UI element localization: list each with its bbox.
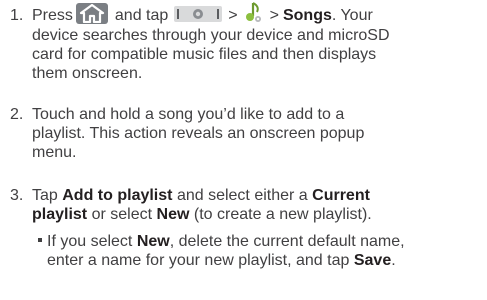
step-3-line-1: Tap Add to playlist and select either a … xyxy=(32,187,370,204)
step-2-line-2: playlist. This action reveals an onscree… xyxy=(32,125,365,142)
save-label: Save xyxy=(353,252,392,269)
playlist-label: playlist xyxy=(32,206,88,223)
step-3: 3. Tap Add to playlist and select either… xyxy=(0,186,487,296)
bullet-line-1: If you select New, delete the current de… xyxy=(35,232,485,251)
step-number: 1. xyxy=(10,7,24,24)
step-number: 2. xyxy=(10,106,24,123)
music-icon xyxy=(243,1,263,24)
bullet-line-2: enter a name for your new playlist, and … xyxy=(47,252,396,269)
step-3-line-2: playlist or select New (to create a new … xyxy=(32,206,372,223)
instructions-page: 1. Press and tap > > Songs. Your device sear… xyxy=(0,0,487,300)
songs-label: Songs xyxy=(282,7,332,24)
new-label: New xyxy=(156,206,190,223)
step-1-line-4: them onscreen. xyxy=(32,65,143,82)
bullet-marker xyxy=(38,238,42,243)
step-2-line-1: Touch and hold a song you’d like to add … xyxy=(32,106,345,123)
applications-tab-icon xyxy=(174,6,223,23)
step-text: Touch and hold a song you’d like to add … xyxy=(32,105,482,162)
home-icon xyxy=(75,3,108,25)
sub-bullet: If you select New, delete the current de… xyxy=(35,232,485,270)
step-1-line-1: Press and tap > > Songs. Your xyxy=(32,1,482,25)
new-label: New xyxy=(136,233,170,250)
step-number: 3. xyxy=(10,187,24,204)
step-1-line-2: device searches through your device and … xyxy=(32,27,390,44)
step-text: Press and tap > > Songs. Your device searche… xyxy=(32,1,482,83)
current-label: Current xyxy=(312,187,370,204)
step-2-line-3: menu. xyxy=(32,144,77,161)
step-1: 1. Press and tap > > Songs. Your device sear… xyxy=(0,1,487,86)
step-2: 2. Touch and hold a song you’d like to a… xyxy=(0,105,487,165)
add-to-playlist-label: Add to playlist xyxy=(62,187,173,204)
step-1-line-3: card for compatible music files and then… xyxy=(32,46,377,63)
step-text: Tap Add to playlist and select either a … xyxy=(32,186,482,224)
